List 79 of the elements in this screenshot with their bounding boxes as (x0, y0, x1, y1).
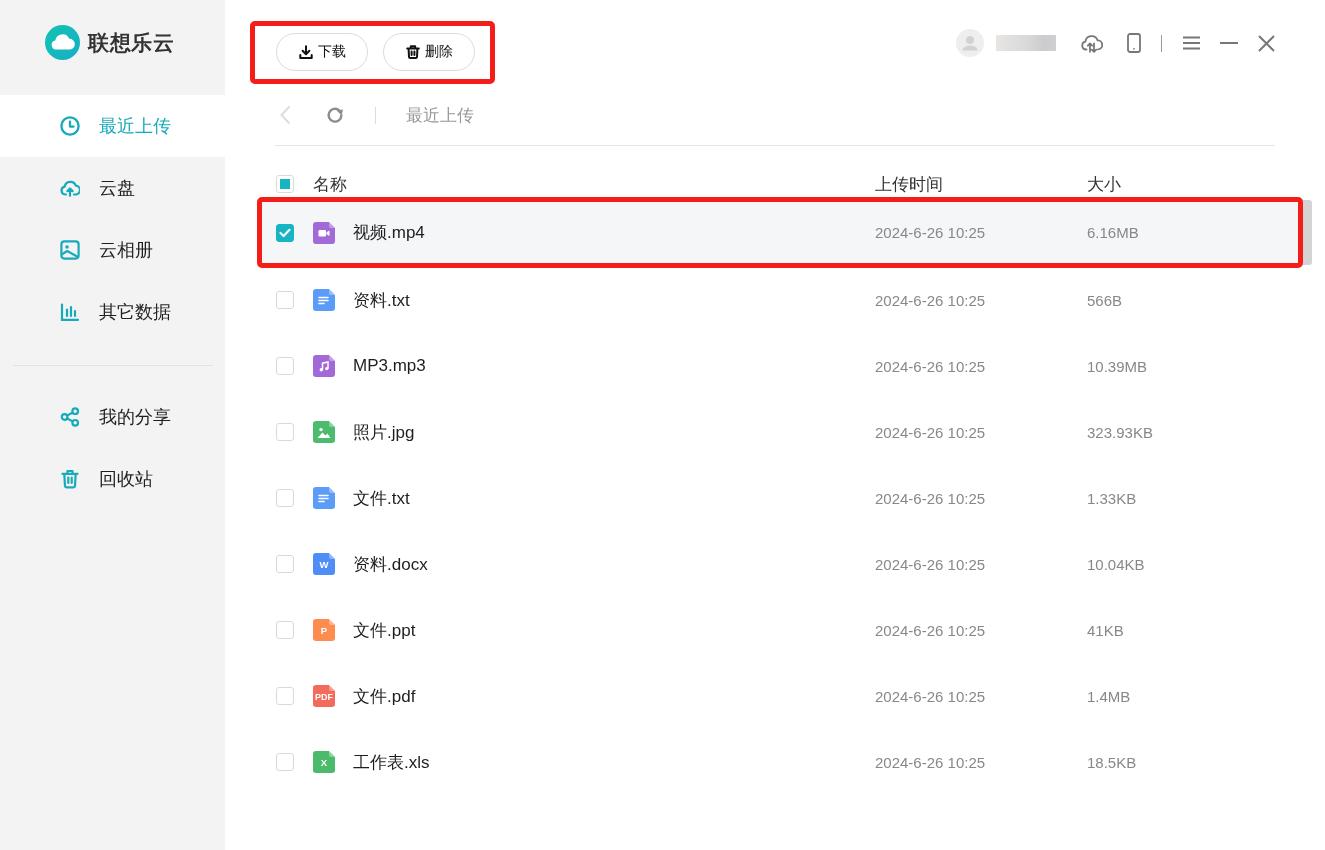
upload-time: 2024-6-26 10:25 (875, 423, 987, 441)
file-type-icon: P (313, 619, 335, 641)
phone-icon[interactable] (1126, 33, 1141, 53)
row-checkbox[interactable] (276, 223, 294, 242)
app-name: 联想乐云 (88, 29, 174, 56)
picture-icon (60, 240, 80, 260)
upload-time: 2024-6-26 10:25 (875, 291, 987, 309)
text-file-icon (313, 487, 335, 509)
select-all-checkbox[interactable] (276, 175, 294, 193)
trash-icon (60, 469, 80, 489)
clock-icon (60, 116, 80, 136)
blurred-username-block (995, 35, 1056, 51)
column-header: 名称 (313, 173, 348, 196)
video-file-icon (313, 221, 335, 244)
sidebar-nav-item[interactable]: 云相册 (0, 219, 225, 281)
share-icon (60, 407, 80, 427)
cloud-arrows-icon[interactable] (1080, 33, 1103, 53)
cloud-logo-icon (45, 25, 80, 60)
breadcrumb-label: 最近上传 (406, 104, 474, 127)
trash-icon (405, 45, 420, 59)
file-size: 10.04KB (1087, 555, 1146, 573)
scrollbar-thumb[interactable] (1303, 200, 1312, 265)
close-icon[interactable] (1258, 34, 1275, 52)
file-size: 1.4MB (1087, 687, 1132, 705)
upload-time: 2024-6-26 10:25 (875, 621, 987, 639)
sidebar-nav-item[interactable]: 其它数据 (0, 281, 225, 343)
row-checkbox[interactable] (276, 621, 294, 639)
file-type-icon: PDF (313, 685, 335, 707)
file-size: 18.5KB (1087, 753, 1138, 771)
row-checkbox[interactable] (276, 555, 294, 573)
chevron-left-icon (280, 106, 290, 124)
image-file-icon (313, 421, 335, 443)
row-checkbox[interactable] (276, 291, 294, 309)
selected-file-row[interactable]: 视频.mp4 2024-6-26 10:25 6.16MB (262, 202, 1298, 263)
row-checkbox[interactable] (276, 489, 294, 507)
cloud-upload-icon (60, 178, 80, 198)
sidebar-nav-item[interactable]: 云盘 (0, 157, 225, 219)
menu-icon[interactable] (1183, 36, 1200, 50)
sidebar-nav-item[interactable]: 回收站 (0, 448, 225, 510)
file-name: 文件.txt (353, 487, 411, 510)
upload-time: 2024-6-26 10:25 (875, 555, 987, 573)
music-file-icon (313, 355, 335, 377)
bar-chart-icon (60, 302, 80, 322)
file-type-icon: X (313, 751, 335, 773)
text-file-icon (313, 289, 335, 311)
column-header: 上传时间 (875, 173, 944, 196)
check-icon (279, 227, 291, 238)
refresh-icon[interactable] (326, 106, 344, 124)
file-size: 41KB (1087, 621, 1125, 639)
file-size: 6.16MB (1087, 224, 1140, 241)
row-checkbox[interactable] (276, 357, 294, 375)
row-checkbox[interactable] (276, 753, 294, 771)
minimize-icon[interactable] (1220, 42, 1238, 44)
file-name: 资料.docx (353, 553, 429, 576)
download-icon (298, 45, 313, 59)
file-size: 566B (1087, 291, 1124, 309)
row-checkbox[interactable] (276, 423, 294, 441)
download-button[interactable]: 下载 (276, 33, 368, 71)
file-name: MP3.mp3 (353, 356, 427, 376)
file-size: 323.93KB (1087, 423, 1154, 441)
file-name: 工作表.xls (353, 751, 431, 774)
file-name: 资料.txt (353, 289, 411, 312)
file-size: 10.39MB (1087, 357, 1149, 375)
upload-time: 2024-6-26 10:25 (875, 489, 987, 507)
file-name: 照片.jpg (353, 421, 416, 444)
file-size: 1.33KB (1087, 489, 1138, 507)
avatar-icon[interactable] (955, 29, 984, 57)
file-type-icon: W (313, 553, 335, 575)
file-name: 视频.mp4 (353, 222, 426, 244)
file-name: 文件.pdf (353, 685, 417, 708)
upload-time: 2024-6-26 10:25 (875, 687, 987, 705)
delete-button[interactable]: 删除 (383, 33, 475, 71)
sidebar-nav-item[interactable]: 我的分享 (0, 386, 225, 448)
upload-time: 2024-6-26 10:25 (875, 753, 987, 771)
column-header: 大小 (1087, 173, 1122, 196)
upload-time: 2024-6-26 10:25 (875, 224, 987, 241)
row-checkbox[interactable] (276, 687, 294, 705)
file-name: 文件.ppt (353, 619, 417, 642)
upload-time: 2024-6-26 10:25 (875, 357, 987, 375)
